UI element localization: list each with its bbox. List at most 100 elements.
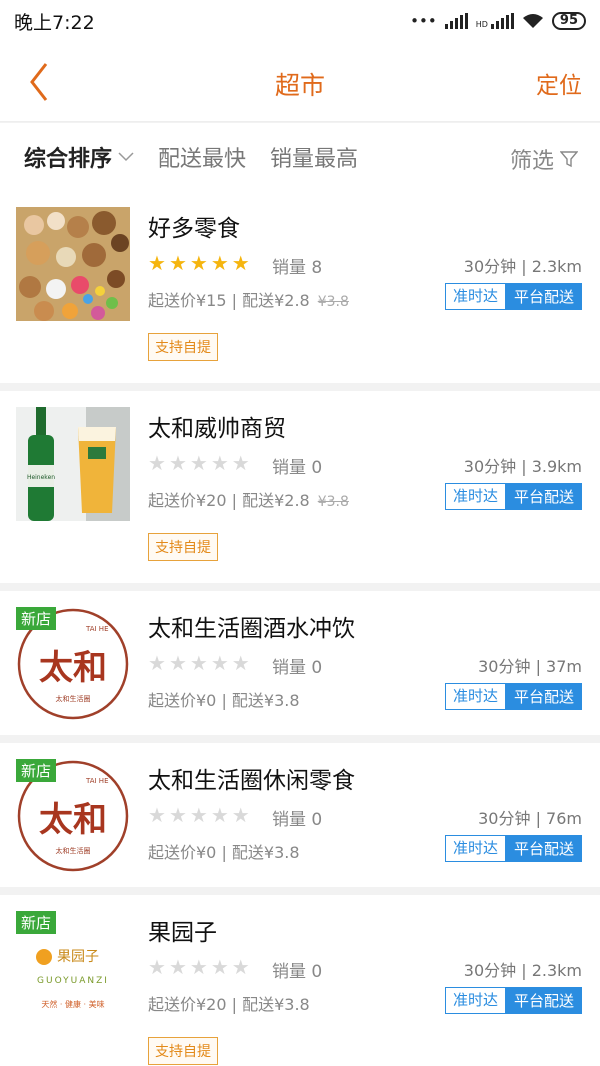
delivery-eta: 30分钟 | 76m [478,809,582,828]
fees-text: 起送价¥15 | 配送¥2.8 [148,291,310,310]
sales-count: 销量 8 [272,258,323,278]
star-filled-icon: ★ [168,251,187,275]
filter-button[interactable]: 筛选 [510,143,578,175]
more-dots-icon: ••• [410,12,437,30]
star-empty-icon: ★ [189,803,208,827]
platform-delivery-tag: 平台配送 [505,835,582,862]
fees-text: 起送价¥20 | 配送¥3.8 [148,995,310,1014]
delivery-eta: 30分钟 | 2.3km [463,961,582,980]
star-empty-icon: ★ [231,803,250,827]
pickup-tag: 支持自提 [148,333,218,361]
delivery-tags: 准时达 平台配送 [444,987,582,1014]
ontime-tag: 准时达 [444,683,506,710]
store-thumbnail: 新店 TAI HE 太和 太和生活圈 [16,607,130,721]
rating-stars: ★ ★ ★ ★ ★ [148,805,250,825]
svg-text:TAI HE: TAI HE [85,625,109,633]
store-name: 好多零食 [148,216,240,242]
fees-info: 起送价¥15 | 配送¥2.8 ¥3.8 [148,287,349,311]
old-fee: ¥3.8 [317,294,349,310]
pickup-tag: 支持自提 [148,1037,218,1065]
star-empty-icon: ★ [168,451,187,475]
rating-stars: ★ ★ ★ ★ ★ [148,653,250,673]
old-fee: ¥3.8 [317,494,349,510]
star-empty-icon: ★ [168,651,187,675]
store-list: 好多零食 ★ ★ ★ ★ ★ 销量 8 30分钟 | 2.3km 起送价¥15 … [0,191,600,1066]
delivery-eta: 30分钟 | 37m [478,657,582,676]
rating-stars: ★ ★ ★ ★ ★ [148,453,250,473]
battery-icon: 95 [551,12,586,30]
status-icons: ••• HD 95 [410,12,586,30]
status-time: 晚上7:22 [14,11,95,34]
svg-text:果园子: 果园子 [57,949,99,965]
svg-text:太和: 太和 [39,800,107,840]
fees-info: 起送价¥0 | 配送¥3.8 [148,687,300,711]
funnel-icon [560,151,578,168]
status-bar: 晚上7:22 ••• HD 95 [0,0,600,42]
star-filled-icon: ★ [231,251,250,275]
star-filled-icon: ★ [148,251,166,275]
fees-info: 起送价¥20 | 配送¥2.8 ¥3.8 [148,487,349,511]
delivery-tags: 准时达 平台配送 [444,483,582,510]
store-card[interactable]: 好多零食 ★ ★ ★ ★ ★ 销量 8 30分钟 | 2.3km 起送价¥15 … [0,191,600,383]
signal-hd-icon: HD [476,13,514,29]
rating-stars: ★ ★ ★ ★ ★ [148,957,250,977]
star-empty-icon: ★ [148,651,166,675]
store-card[interactable]: 新店 TAI HE 太和 太和生活圈 太和生活圈酒水冲饮 ★ ★ ★ ★ ★ 销… [0,591,600,735]
ontime-tag: 准时达 [444,283,506,310]
app-header: 超市 定位 [0,42,600,122]
fees-info: 起送价¥0 | 配送¥3.8 [148,839,300,863]
star-empty-icon: ★ [231,651,250,675]
new-store-badge: 新店 [16,911,57,934]
new-store-badge: 新店 [16,607,57,630]
chevron-down-icon [118,152,134,162]
ontime-tag: 准时达 [444,483,506,510]
rating-stars: ★ ★ ★ ★ ★ [148,253,250,273]
sort-bar: 综合排序 配送最快 销量最高 筛选 [0,123,600,191]
fees-text: 起送价¥0 | 配送¥3.8 [148,691,300,710]
delivery-tags: 准时达 平台配送 [444,683,582,710]
star-empty-icon: ★ [231,451,250,475]
sort-comprehensive-label: 综合排序 [24,147,113,172]
delivery-eta: 30分钟 | 3.9km [463,457,582,476]
star-filled-icon: ★ [189,251,208,275]
wifi-icon [522,14,543,28]
svg-text:太和生活圈: 太和生活圈 [56,846,91,855]
store-card[interactable]: 新店 果园子 GUOYUANZI 天然 · 健康 · 美味 果园子 ★ ★ ★ … [0,895,600,1066]
new-store-badge: 新店 [16,759,57,782]
store-card[interactable]: 新店 TAI HE 太和 太和生活圈 太和生活圈休闲零食 ★ ★ ★ ★ ★ 销… [0,743,600,887]
svg-text:太和: 太和 [39,648,107,688]
sort-comprehensive[interactable]: 综合排序 [24,141,134,173]
store-name: 太和威帅商贸 [148,416,286,442]
star-empty-icon: ★ [148,803,166,827]
store-name: 太和生活圈酒水冲饮 [148,616,355,642]
sales-count: 销量 0 [272,810,323,830]
store-card[interactable]: Heineken 太和威帅商贸 ★ ★ ★ ★ ★ 销量 0 30分钟 | 3.… [0,391,600,583]
star-empty-icon: ★ [231,955,250,979]
store-thumbnail: Heineken [16,407,130,521]
star-empty-icon: ★ [210,955,229,979]
locate-button[interactable]: 定位 [536,66,582,100]
filter-label: 筛选 [509,149,554,174]
sort-top-sales[interactable]: 销量最高 [270,141,358,173]
page-title: 超市 [274,71,325,100]
sales-count: 销量 0 [272,962,323,982]
platform-delivery-tag: 平台配送 [505,987,582,1014]
star-empty-icon: ★ [189,451,208,475]
svg-text:GUOYUANZI: GUOYUANZI [37,976,109,986]
svg-text:TAI HE: TAI HE [85,777,109,785]
pickup-tag: 支持自提 [148,533,218,561]
store-thumbnail: 新店 果园子 GUOYUANZI 天然 · 健康 · 美味 [16,911,130,1025]
sort-fastest[interactable]: 配送最快 [158,141,246,173]
store-name: 果园子 [148,920,217,946]
platform-delivery-tag: 平台配送 [505,483,582,510]
star-empty-icon: ★ [148,451,166,475]
store-name: 太和生活圈休闲零食 [148,768,355,794]
delivery-tags: 准时达 平台配送 [444,283,582,310]
star-empty-icon: ★ [210,803,229,827]
sales-count: 销量 0 [272,658,323,678]
svg-text:天然 · 健康 · 美味: 天然 · 健康 · 美味 [41,999,104,1009]
delivery-eta: 30分钟 | 2.3km [463,257,582,276]
fees-text: 起送价¥20 | 配送¥2.8 [148,491,310,510]
platform-delivery-tag: 平台配送 [505,683,582,710]
star-empty-icon: ★ [210,651,229,675]
